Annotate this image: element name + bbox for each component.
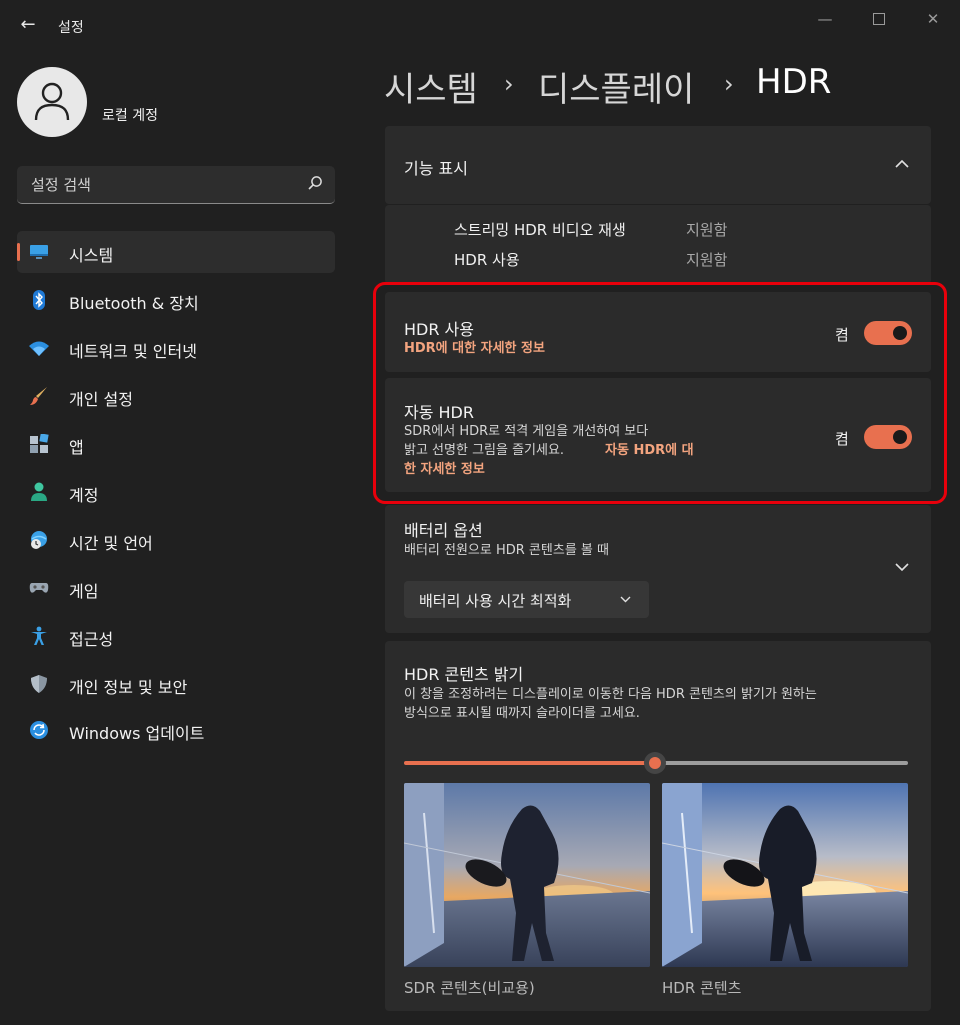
slider-track-filled	[404, 761, 655, 765]
nav-label: 앱	[69, 438, 84, 457]
back-button[interactable]: ←	[14, 10, 42, 40]
gamepad-icon	[29, 583, 49, 593]
clock-globe-icon	[31, 531, 47, 549]
battery-mode-dropdown[interactable]: 배터리 사용 시간 최적화	[404, 581, 649, 618]
brush-icon	[30, 387, 47, 405]
app-title: 설정	[58, 20, 84, 36]
wifi-icon	[29, 341, 49, 356]
nav-item-network[interactable]: 네트워크 및 인터넷	[17, 327, 335, 369]
chevron-down-icon	[620, 596, 631, 603]
apps-icon	[30, 434, 49, 453]
minimize-button[interactable]: —	[803, 6, 847, 32]
shield-icon	[31, 675, 47, 693]
feature-label: 스트리밍 HDR 비디오 재생	[454, 221, 626, 239]
update-icon	[30, 721, 48, 739]
battery-options-title: 배터리 옵션	[404, 521, 483, 540]
nav-item-apps[interactable]: 앱	[17, 423, 335, 465]
hdr-brightness-title: HDR 콘텐츠 밝기	[404, 665, 524, 684]
nav-label: 시스템	[69, 246, 114, 265]
feature-label: HDR 사용	[454, 251, 520, 269]
nav-label: 개인 정보 및 보안	[69, 678, 188, 697]
sdr-preview-image	[404, 783, 650, 967]
search-icon[interactable]	[307, 175, 323, 191]
nav-item-accounts[interactable]: 계정	[17, 471, 335, 513]
minimize-icon: —	[817, 10, 833, 28]
hdr-brightness-description: 이 창을 조정하려는 디스플레이로 이동한 다음 HDR 콘텐츠의 밝기가 원하…	[404, 687, 817, 702]
page-title: HDR	[756, 62, 832, 102]
nav-label: 접근성	[69, 630, 114, 649]
breadcrumb-separator: ›	[504, 70, 514, 98]
nav-label: Windows 업데이트	[69, 724, 205, 743]
nav-label: 개인 설정	[69, 390, 133, 409]
hdr-preview-image	[662, 783, 908, 967]
breadcrumb-separator: ›	[724, 70, 734, 98]
breadcrumb-system[interactable]: 시스템	[384, 62, 478, 111]
close-button[interactable]: ✕	[911, 6, 955, 32]
bluetooth-icon	[33, 290, 45, 310]
chevron-up-icon[interactable]	[895, 159, 909, 168]
accessibility-icon	[31, 626, 47, 645]
nav-label: 계정	[69, 486, 99, 505]
slider-thumb-dot	[649, 757, 661, 769]
feature-value: 지원함	[686, 251, 728, 269]
battery-options-subtitle: 배터리 전원으로 HDR 콘텐츠를 볼 때	[404, 543, 609, 558]
maximize-icon	[873, 13, 885, 25]
maximize-button[interactable]	[857, 6, 901, 32]
account-name: 로컬 계정	[102, 108, 158, 124]
avatar[interactable]	[17, 67, 87, 137]
chevron-down-icon[interactable]	[895, 563, 909, 572]
hdr-brightness-description: 방식으로 표시될 때까지 슬라이더를 고세요.	[404, 706, 640, 721]
nav-label: Bluetooth & 장치	[69, 294, 199, 313]
hdr-caption: HDR 콘텐츠	[662, 979, 742, 997]
sdr-caption: SDR 콘텐츠(비교용)	[404, 979, 535, 997]
nav-item-personalization[interactable]: 개인 설정	[17, 375, 335, 417]
nav-item-time-language[interactable]: 시간 및 언어	[17, 519, 335, 561]
nav-item-accessibility[interactable]: 접근성	[17, 615, 335, 657]
nav-item-bluetooth[interactable]: Bluetooth & 장치	[17, 279, 335, 321]
breadcrumb-display[interactable]: 디스플레이	[538, 62, 694, 111]
nav-item-windows-update[interactable]: Windows 업데이트	[17, 709, 335, 751]
nav-label: 네트워크 및 인터넷	[69, 342, 197, 361]
search-input[interactable]	[29, 174, 293, 196]
feature-display-title: 기능 표시	[404, 159, 468, 178]
slider-track[interactable]	[655, 761, 908, 765]
nav-label: 시간 및 언어	[69, 534, 153, 553]
feature-display-header[interactable]: 기능 표시	[385, 126, 931, 204]
close-icon: ✕	[926, 10, 940, 28]
dropdown-selected-value: 배터리 사용 시간 최적화	[419, 592, 572, 610]
highlight-box	[373, 282, 947, 504]
nav-item-system[interactable]: 시스템	[17, 231, 335, 273]
search-box[interactable]	[17, 166, 335, 204]
person-icon	[31, 482, 47, 501]
nav-label: 게임	[69, 582, 99, 601]
monitor-icon	[30, 245, 48, 259]
active-indicator	[17, 243, 20, 261]
feature-display-body: 스트리밍 HDR 비디오 재생 지원함 HDR 사용 지원함	[385, 205, 931, 284]
nav-item-privacy-security[interactable]: 개인 정보 및 보안	[17, 663, 335, 705]
back-arrow-icon: ←	[20, 14, 36, 35]
brightness-slider-thumb[interactable]	[644, 752, 666, 774]
feature-value: 지원함	[686, 221, 728, 239]
person-outline-icon	[34, 82, 70, 121]
nav-item-gaming[interactable]: 게임	[17, 567, 335, 609]
